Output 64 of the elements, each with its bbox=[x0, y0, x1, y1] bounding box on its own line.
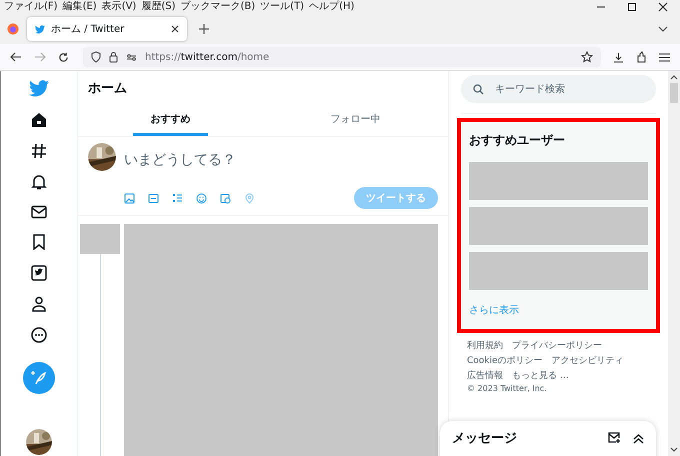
scrollbar[interactable] bbox=[668, 71, 680, 456]
image-icon[interactable] bbox=[124, 192, 135, 204]
reload-icon[interactable] bbox=[58, 52, 69, 62]
double-chevron-up-icon[interactable] bbox=[633, 432, 644, 444]
extensions-icon[interactable] bbox=[636, 51, 647, 63]
feather-icon bbox=[31, 370, 47, 386]
footer-link[interactable]: 広告情報 bbox=[467, 369, 503, 382]
menu-item[interactable]: 編集(E) bbox=[62, 1, 97, 13]
search-field[interactable]: キーワード検索 bbox=[461, 75, 656, 103]
shield-icon bbox=[91, 51, 101, 63]
lock-icon bbox=[109, 51, 118, 63]
bell-icon[interactable] bbox=[31, 174, 47, 190]
footer-link[interactable]: もっと見る … bbox=[512, 369, 569, 382]
feed-tab[interactable]: おすすめ bbox=[133, 105, 208, 136]
gif-icon[interactable] bbox=[148, 192, 159, 204]
address-bar[interactable]: https://twitter.com/home bbox=[83, 47, 601, 67]
hashtag-icon[interactable] bbox=[31, 143, 47, 159]
browser-tab[interactable]: ホーム / Twitter bbox=[27, 17, 187, 41]
schedule-icon[interactable] bbox=[220, 192, 231, 204]
scroll-thumb[interactable] bbox=[670, 83, 678, 103]
plus-icon[interactable] bbox=[199, 24, 209, 34]
menu-item[interactable]: ツール(T) bbox=[260, 1, 304, 13]
menu-item[interactable]: ヘルプ(H) bbox=[309, 1, 354, 13]
menu-icon[interactable] bbox=[659, 52, 670, 62]
page-title: ホーム bbox=[88, 80, 127, 97]
close-icon[interactable] bbox=[171, 25, 179, 33]
person-icon[interactable] bbox=[31, 296, 47, 312]
list-icon[interactable] bbox=[172, 192, 183, 204]
close-icon[interactable] bbox=[658, 2, 668, 12]
scroll-up-icon[interactable] bbox=[670, 74, 678, 80]
redacted-block bbox=[80, 224, 120, 254]
smiley-icon[interactable] bbox=[196, 192, 207, 204]
bookmark-icon[interactable] bbox=[32, 234, 46, 250]
drawer-title: メッセージ bbox=[452, 430, 517, 447]
permissions-icon bbox=[126, 52, 137, 62]
feed-tab[interactable]: フォロー中 bbox=[318, 105, 393, 136]
firefox-icon[interactable] bbox=[7, 23, 19, 35]
copyright-text: © 2023 Twitter, Inc. bbox=[467, 384, 548, 393]
panel-title: おすすめユーザー bbox=[469, 132, 566, 149]
compose-button[interactable] bbox=[23, 362, 55, 394]
footer-link[interactable]: アクセシビリティ bbox=[552, 354, 624, 367]
bird-logo-icon[interactable] bbox=[29, 80, 49, 97]
bird-square-icon[interactable] bbox=[31, 265, 47, 281]
footer-link[interactable]: プライバシーポリシー bbox=[512, 339, 602, 352]
menu-item[interactable]: 表示(V) bbox=[102, 1, 136, 13]
chevron-down-icon[interactable] bbox=[658, 26, 668, 32]
bird-icon bbox=[35, 24, 45, 34]
new-message-icon[interactable] bbox=[608, 432, 621, 444]
url-text: https://twitter.com/home bbox=[145, 52, 270, 62]
menu-item[interactable]: ファイル(F) bbox=[4, 1, 58, 13]
footer-link[interactable]: 利用規約 bbox=[467, 339, 503, 352]
menu-item[interactable]: ブックマーク(B) bbox=[180, 1, 256, 13]
search-icon bbox=[473, 84, 484, 95]
menu-item[interactable]: 履歴(S) bbox=[141, 1, 176, 13]
messages-drawer[interactable]: メッセージ bbox=[440, 421, 656, 456]
scroll-down-icon[interactable] bbox=[670, 447, 678, 453]
more-icon[interactable] bbox=[31, 327, 47, 343]
download-icon[interactable] bbox=[613, 52, 624, 62]
star-icon[interactable] bbox=[581, 51, 593, 63]
home-icon[interactable] bbox=[31, 112, 47, 128]
envelope-icon[interactable] bbox=[31, 205, 47, 219]
back-arrow-icon[interactable] bbox=[10, 52, 22, 62]
footer-link[interactable]: Cookieのポリシー bbox=[467, 354, 543, 367]
maximize-icon[interactable] bbox=[627, 2, 637, 12]
